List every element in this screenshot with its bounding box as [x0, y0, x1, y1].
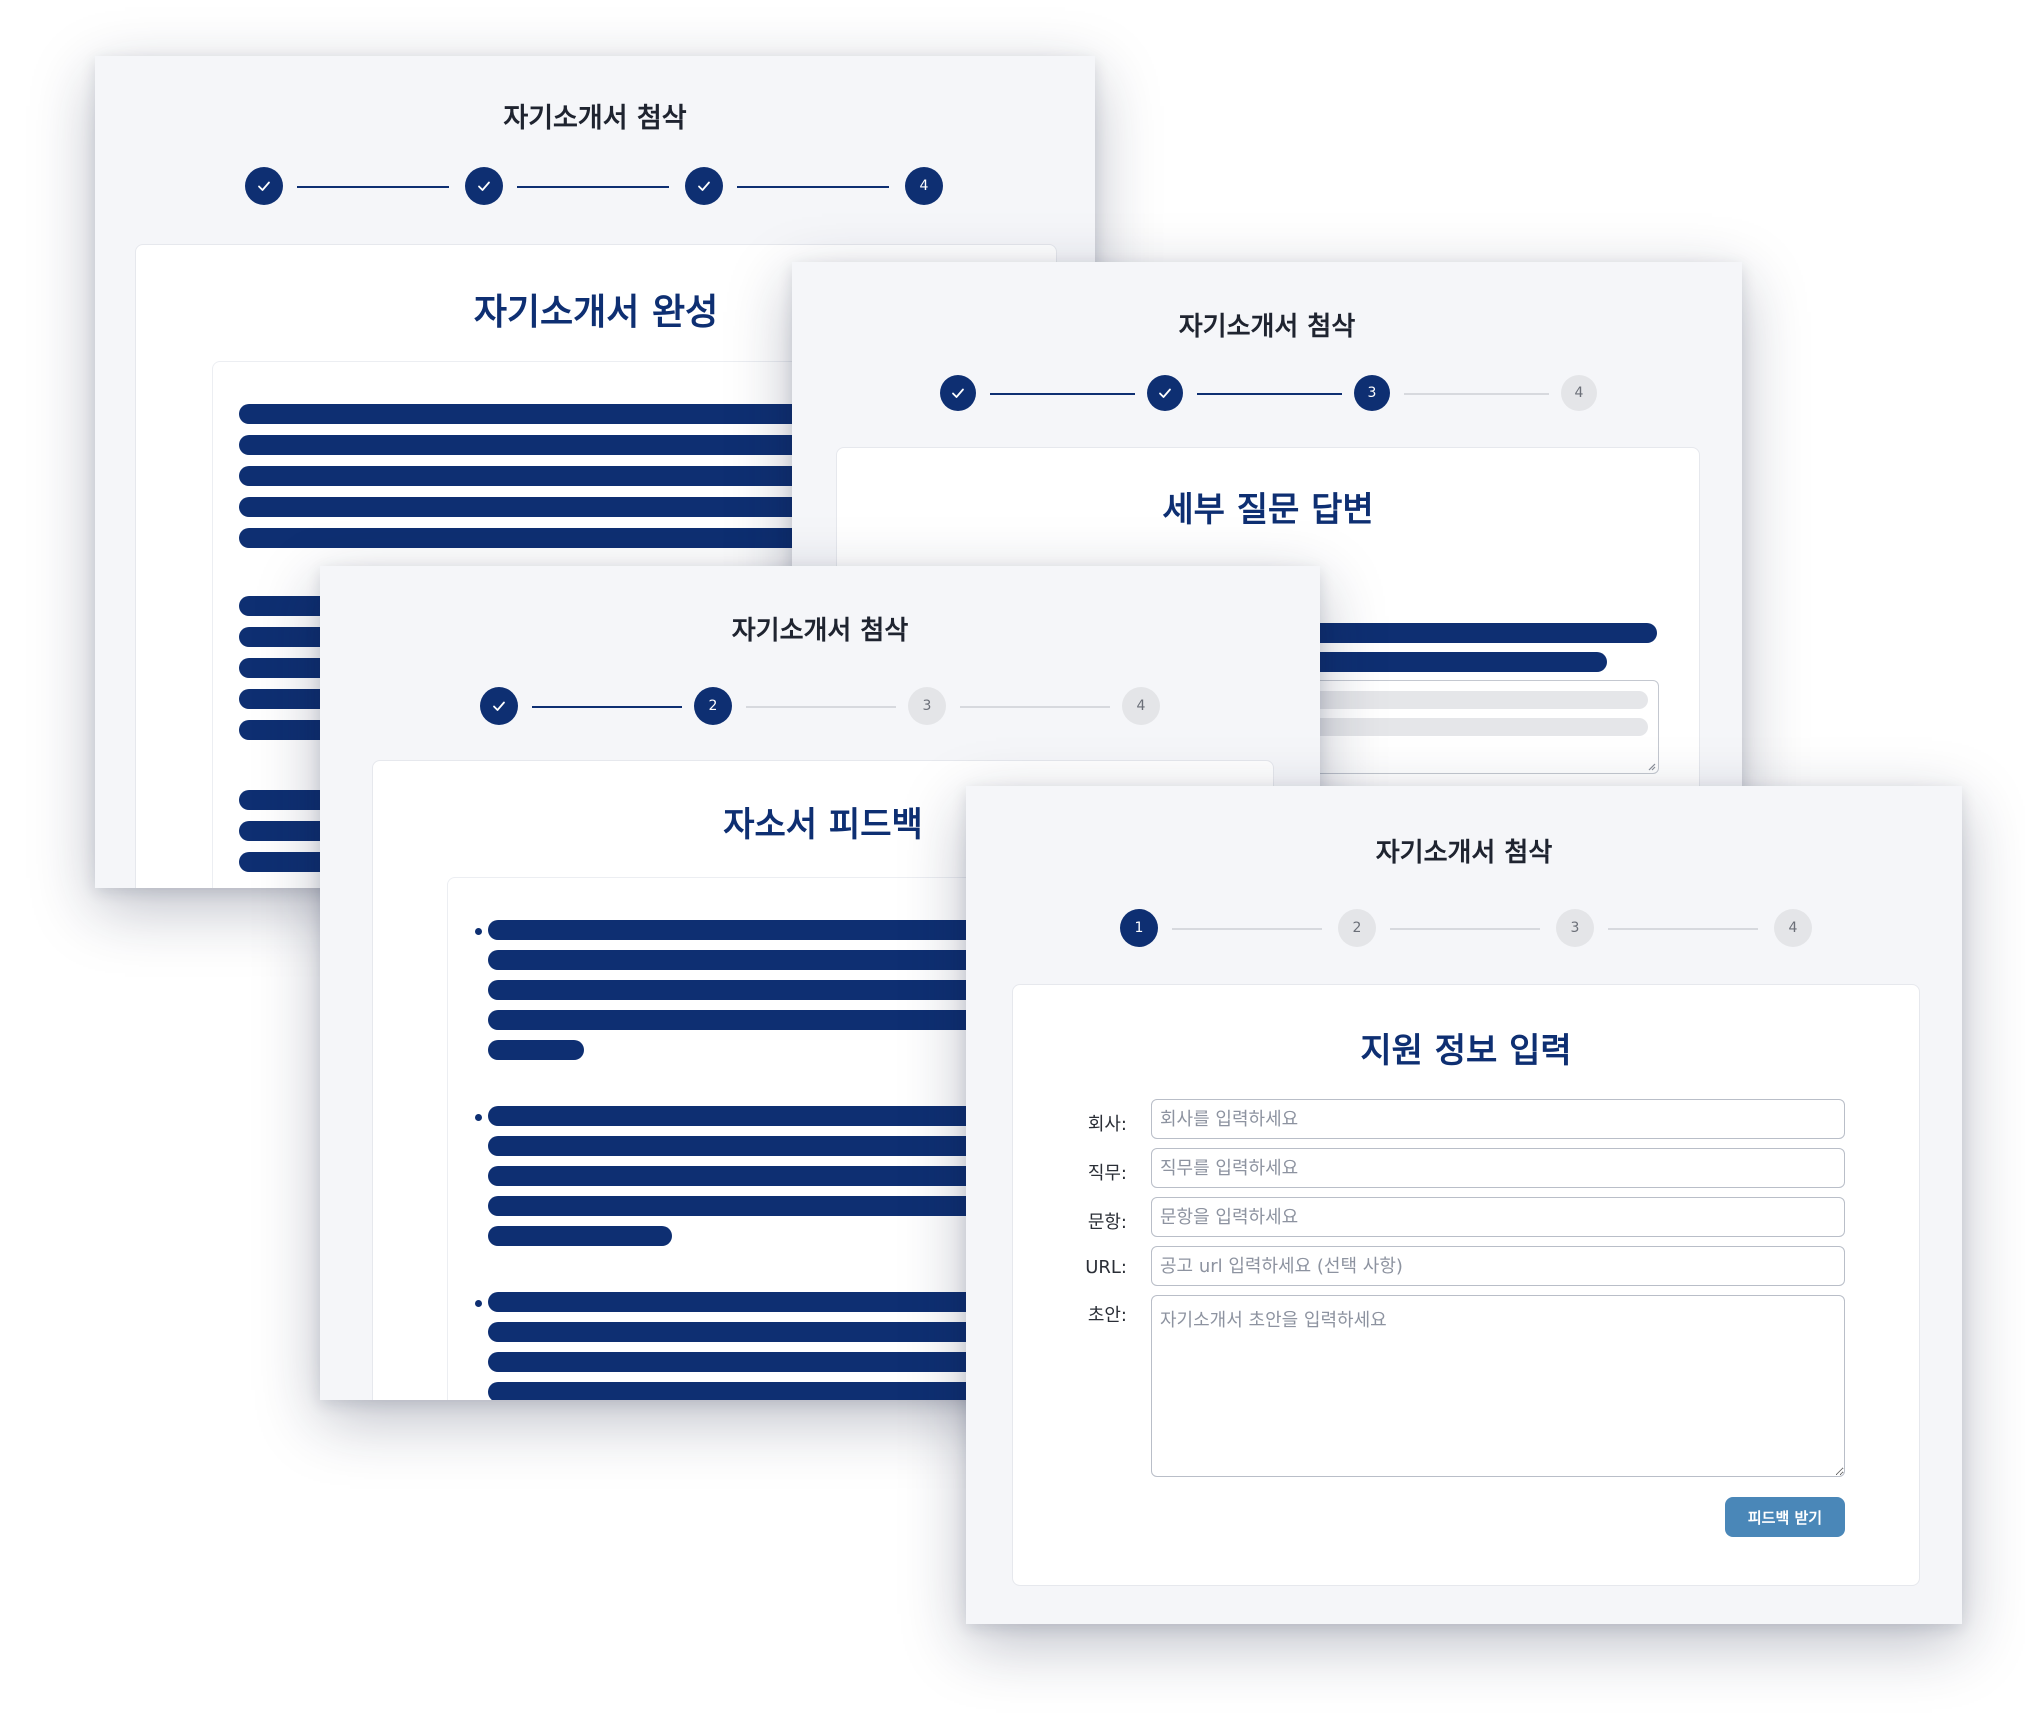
- step-connector: [1197, 393, 1342, 395]
- step-connector: [532, 706, 682, 708]
- step-4-indicator: 4: [1561, 375, 1597, 411]
- job-label: 직무:: [1087, 1163, 1127, 1184]
- job-input[interactable]: [1151, 1148, 1845, 1188]
- step-3-indicator: 3: [908, 687, 946, 725]
- step-2-indicator: 2: [694, 687, 732, 725]
- step-connector: [990, 393, 1135, 395]
- step-connector: [1608, 928, 1758, 930]
- step-3-indicator: 3: [1354, 375, 1390, 411]
- step-1-check-icon: [245, 167, 283, 205]
- answer-textarea[interactable]: [1287, 680, 1659, 774]
- app-title: 자기소개서 첨삭: [1178, 312, 1356, 342]
- question-text-line: [1287, 652, 1607, 672]
- step-4-indicator: 4: [1774, 909, 1812, 947]
- bullet-icon: [475, 1300, 482, 1307]
- bullet-icon: [475, 1114, 482, 1121]
- step-3-indicator: 3: [1556, 909, 1594, 947]
- feedback-line: [488, 1226, 672, 1246]
- step-1-check-icon: [940, 375, 976, 411]
- step-connector: [1390, 928, 1540, 930]
- step-connector: [1404, 393, 1549, 395]
- card-title: 지원 정보 입력: [1360, 1031, 1572, 1071]
- question-text-line: [1287, 623, 1657, 643]
- url-input[interactable]: [1151, 1246, 1845, 1286]
- step-connector: [517, 186, 669, 188]
- card-title: 세부 질문 답변: [1162, 490, 1374, 530]
- app-title: 자기소개서 첨삭: [503, 103, 687, 134]
- company-label: 회사:: [1087, 1114, 1127, 1135]
- app-title: 자기소개서 첨삭: [1375, 838, 1553, 868]
- url-label: URL:: [1085, 1257, 1127, 1278]
- draft-textarea[interactable]: [1151, 1295, 1845, 1477]
- bullet-icon: [475, 928, 482, 935]
- step-1-indicator: 1: [1120, 909, 1158, 947]
- step-connector: [737, 186, 889, 188]
- content-card: 지원 정보 입력 회사: 직무: 문항: URL: 초안: 피드백 받기: [1012, 984, 1920, 1586]
- step-1-check-icon: [480, 687, 518, 725]
- answer-text-line: [1298, 718, 1648, 736]
- answer-text-line: [1298, 691, 1648, 709]
- step-2-check-icon: [1147, 375, 1183, 411]
- screen-step1-input: 자기소개서 첨삭 1 2 3 4 지원 정보 입력 회사: 직무: 문항: UR…: [966, 786, 1962, 1624]
- step-3-check-icon: [685, 167, 723, 205]
- draft-label: 초안:: [1087, 1305, 1127, 1326]
- step-4-indicator: 4: [905, 167, 943, 205]
- app-title: 자기소개서 첨삭: [731, 616, 909, 646]
- step-connector: [1172, 928, 1322, 930]
- question-label: 문항:: [1087, 1212, 1127, 1233]
- step-connector: [960, 706, 1110, 708]
- step-connector: [297, 186, 449, 188]
- step-4-indicator: 4: [1122, 687, 1160, 725]
- step-connector: [746, 706, 896, 708]
- step-2-check-icon: [465, 167, 503, 205]
- feedback-line: [488, 1040, 584, 1060]
- question-input[interactable]: [1151, 1197, 1845, 1237]
- step-2-indicator: 2: [1338, 909, 1376, 947]
- company-input[interactable]: [1151, 1099, 1845, 1139]
- get-feedback-button[interactable]: 피드백 받기: [1725, 1497, 1845, 1537]
- resize-grip-icon[interactable]: [1646, 761, 1656, 771]
